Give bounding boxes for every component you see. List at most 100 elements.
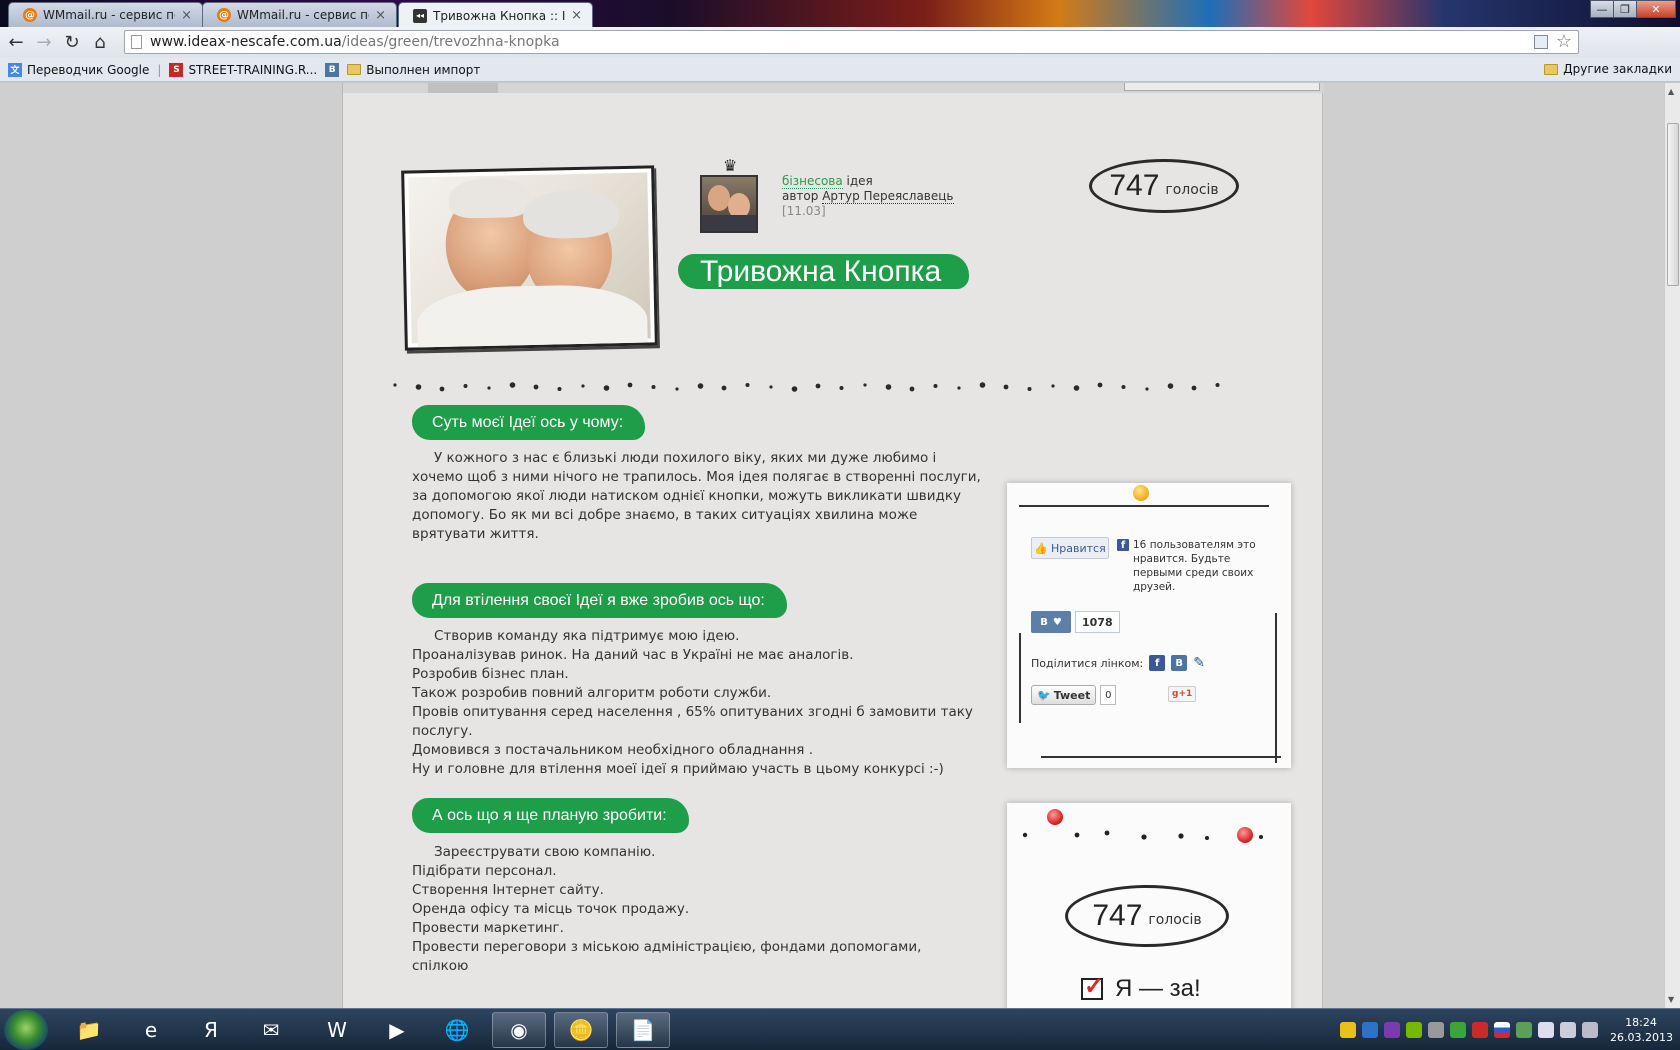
coin-app-icon[interactable]: 🪙 <box>554 1012 608 1048</box>
other-bookmarks-label: Другие закладки <box>1563 62 1672 76</box>
tray-app-icon[interactable] <box>1472 1022 1488 1038</box>
thumbs-up-icon: 👍 <box>1034 541 1048 555</box>
category-link[interactable]: бізнесова <box>782 174 843 189</box>
globe-icon[interactable]: 🌐 <box>430 1012 484 1048</box>
bookmark-google-translate[interactable]: 文 Переводчик Google <box>8 62 150 77</box>
votes-label: голосів <box>1148 912 1202 928</box>
vote-button[interactable]: Я — за! <box>1081 972 1201 1003</box>
close-icon[interactable]: × <box>375 8 386 23</box>
wifi-icon[interactable] <box>1582 1022 1598 1038</box>
tab-wmmail-2[interactable]: @ WMmail.ru - сервис почт × <box>202 2 397 27</box>
maximize-icon[interactable]: ❐ <box>1613 0 1637 18</box>
scroll-up-icon[interactable]: ▲ <box>1668 87 1674 96</box>
facebook-like-button[interactable]: 👍 Нравится <box>1031 537 1109 559</box>
sketch-line <box>1275 613 1277 763</box>
author-avatar[interactable] <box>700 175 758 233</box>
vote-note: 747 голосів Я — за! <box>1007 803 1291 1008</box>
word-icon[interactable]: W <box>310 1012 364 1048</box>
section-heading-done: Для втілення своєї Ідеї я вже зробив ось… <box>412 583 787 618</box>
chrome-icon[interactable]: ◉ <box>492 1012 546 1048</box>
fb-like-label: Нравится <box>1051 541 1106 555</box>
divider-dot <box>1073 385 1080 391</box>
site-search-input[interactable] <box>1124 83 1320 91</box>
network-icon[interactable] <box>1538 1022 1554 1038</box>
taskbar-clock[interactable]: 18:24 26.03.2013 <box>1610 1015 1673 1045</box>
browser-toolbar: ← → ↻ ⌂ www.ideax-nescafe.com.ua/ideas/g… <box>0 27 1680 76</box>
url-path: /ideas/green/trevozhna-knopka <box>341 34 560 50</box>
minimize-icon[interactable]: — <box>1590 0 1614 18</box>
home-icon[interactable]: ⌂ <box>88 31 112 55</box>
dotted-divider <box>393 382 1220 392</box>
tray-app-icon[interactable] <box>1428 1022 1444 1038</box>
system-tray: 18:24 26.03.2013 <box>1340 1009 1680 1050</box>
divider-dot <box>957 386 961 390</box>
forward-icon[interactable]: → <box>32 31 56 55</box>
pencil-share-icon[interactable]: ✎ <box>1193 655 1205 671</box>
vk-like-button[interactable]: В ♥ <box>1031 611 1071 633</box>
facebook-share-icon[interactable]: f <box>1149 655 1166 671</box>
tray-app-icon[interactable] <box>1384 1022 1400 1038</box>
explorer-icon[interactable]: 📁 <box>62 1012 116 1048</box>
tweet-button[interactable]: 🐦 Tweet <box>1031 685 1097 705</box>
vote-label: Я — за! <box>1115 975 1201 1002</box>
vk-icon: B <box>325 62 340 77</box>
other-bookmarks[interactable]: Другие закладки <box>1544 62 1672 76</box>
bookmark-label: Переводчик Google <box>27 62 150 77</box>
section-heading-plans: А ось що я ще планую зробити: <box>412 798 689 833</box>
votes-count: 747 <box>1092 899 1143 932</box>
divider-dot <box>533 384 539 390</box>
bookmark-vk[interactable]: B <box>325 62 340 77</box>
reader-icon[interactable] <box>1534 35 1548 49</box>
scroll-down-icon[interactable]: ▼ <box>1668 995 1674 1004</box>
language-flag-icon[interactable] <box>1494 1022 1510 1038</box>
url-host: www.ideax-nescafe.com.ua <box>150 34 342 50</box>
close-icon[interactable]: × <box>181 8 192 23</box>
divider-dot <box>863 383 867 387</box>
close-icon[interactable]: × <box>571 8 582 23</box>
paper-app-icon[interactable]: 📄 <box>616 1012 670 1048</box>
folder-icon <box>1544 63 1559 75</box>
address-bar[interactable]: www.ideax-nescafe.com.ua/ideas/green/tre… <box>124 30 1579 54</box>
bookmark-street-training[interactable]: S STREET-TRAINING.R... <box>169 62 317 77</box>
pushpin-icon <box>1133 485 1149 501</box>
list-item: Ну и головне для втілення моеї ідеї я пр… <box>412 761 944 777</box>
mail-icon[interactable]: ✉ <box>244 1012 298 1048</box>
tab-wmmail-1[interactable]: @ WMmail.ru - сервис почт × <box>8 2 203 27</box>
tab-strip: @ WMmail.ru - сервис почт × @ WMmail.ru … <box>0 0 1680 28</box>
translate-icon: 文 <box>8 62 22 77</box>
site-nav <box>343 83 1324 93</box>
wmmail-icon: @ <box>217 8 231 22</box>
tray-app-icon[interactable] <box>1450 1022 1466 1038</box>
divider-dot <box>487 386 491 390</box>
tray-app-icon[interactable] <box>1362 1022 1378 1038</box>
checkbox-icon <box>1081 972 1104 1001</box>
volume-icon[interactable] <box>1560 1022 1576 1038</box>
yandex-icon[interactable]: Я <box>184 1012 238 1048</box>
nav-selected-tab[interactable] <box>428 83 498 93</box>
author-link[interactable]: Артур Переяславець <box>822 189 954 204</box>
internet-explorer-icon[interactable]: e <box>124 1012 178 1048</box>
back-icon[interactable]: ← <box>4 31 28 55</box>
scrollbar-thumb[interactable] <box>1667 123 1679 286</box>
list-item: Домовився з постачальником необхідного о… <box>412 742 814 758</box>
gplus-button[interactable]: g +1 <box>1168 686 1197 702</box>
close-window-icon[interactable]: ✕ <box>1636 0 1676 18</box>
bookmark-star-icon[interactable]: ☆ <box>1556 31 1572 52</box>
idea-meta: бізнесова ідея автор Артур Переяславець … <box>782 174 954 219</box>
start-button[interactable] <box>4 1010 48 1050</box>
vk-share-icon[interactable]: B <box>1171 655 1188 671</box>
tray-app-icon[interactable] <box>1340 1022 1356 1038</box>
votes-counter-side: 747 голосів <box>1065 885 1229 947</box>
page-scrollbar[interactable]: ▲ ▼ <box>1664 83 1680 1008</box>
tray-app-icon[interactable] <box>1516 1022 1532 1038</box>
media-player-icon[interactable]: ▶ <box>370 1012 424 1048</box>
tab-ideax[interactable]: ◂◂ Тривожна Кнопка :: Ідея × <box>398 2 593 28</box>
nvidia-icon[interactable] <box>1406 1022 1422 1038</box>
heart-icon: ♥ <box>1052 616 1062 628</box>
tab-title: WMmail.ru - сервис почт <box>43 8 175 22</box>
bookmark-folder-import[interactable]: Выполнен импорт <box>347 63 480 77</box>
tab-title: Тривожна Кнопка :: Ідея <box>433 8 566 23</box>
reload-icon[interactable]: ↻ <box>60 31 84 55</box>
list-item: Створив команду яка підтримує мою ідею. <box>434 628 740 644</box>
sketch-line <box>1019 505 1269 507</box>
